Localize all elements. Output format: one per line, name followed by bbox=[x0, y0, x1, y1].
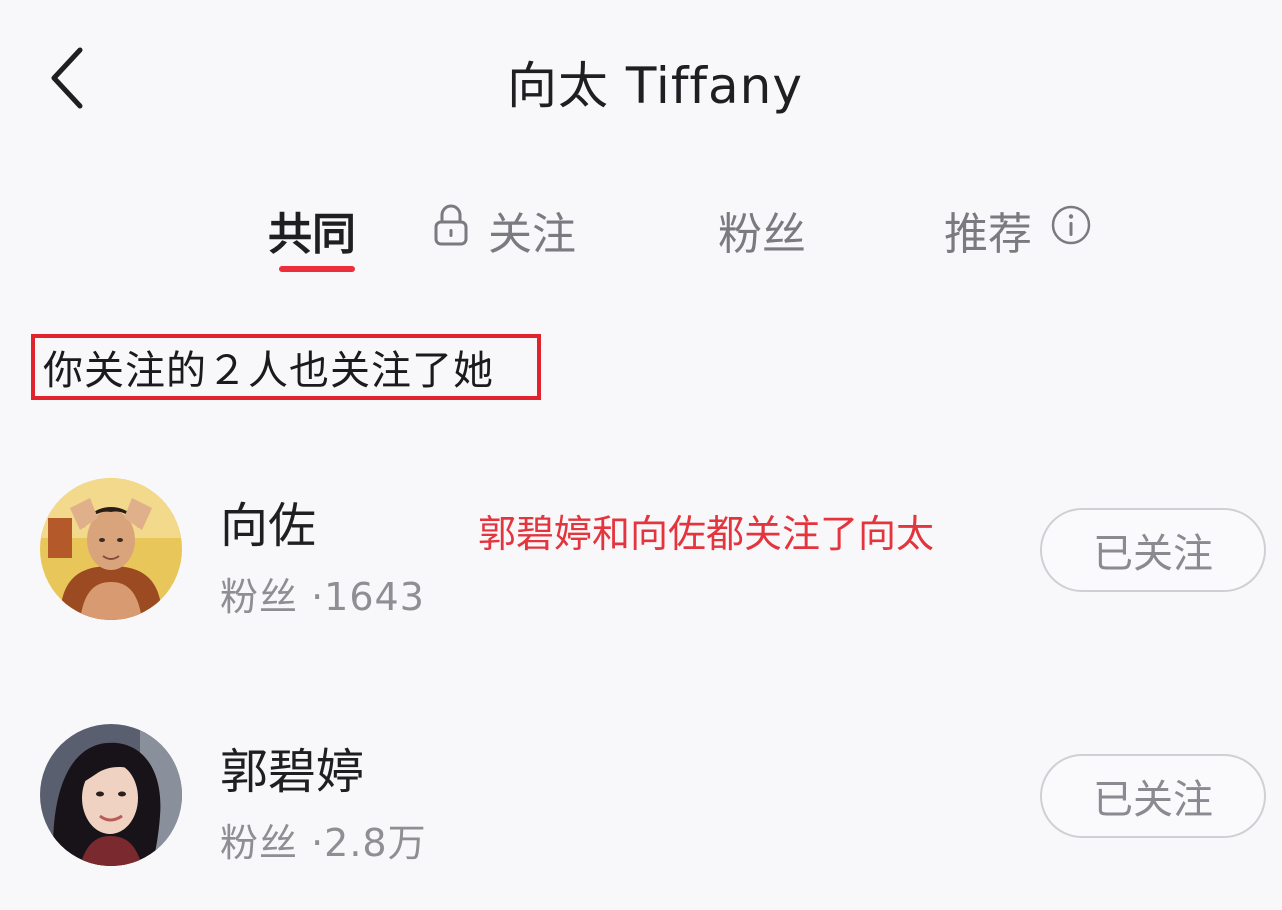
common-follow-text: 你关注的２人也关注了她 bbox=[43, 348, 494, 394]
common-follow-note: 你关注的２人也关注了她 bbox=[31, 334, 541, 400]
tab-label: 推荐 bbox=[944, 209, 1032, 260]
tab-following[interactable]: 关注 bbox=[432, 198, 576, 262]
tab-label: 关注 bbox=[488, 209, 576, 260]
avatar[interactable] bbox=[40, 478, 182, 620]
page-title: 向太 Tiffany bbox=[507, 57, 803, 115]
tab-label: 粉丝 bbox=[718, 209, 806, 260]
user-name[interactable]: 郭碧婷 bbox=[220, 732, 364, 802]
lock-icon bbox=[432, 202, 470, 259]
user-name[interactable]: 向佐 bbox=[220, 486, 316, 556]
following-button[interactable]: 已关注 bbox=[1040, 508, 1266, 592]
following-button[interactable]: 已关注 bbox=[1040, 754, 1266, 838]
tab-label: 共同 bbox=[268, 209, 356, 260]
avatar[interactable] bbox=[40, 724, 182, 866]
user-row[interactable]: 郭碧婷 粉丝 ·2.8万 已关注 bbox=[0, 724, 1282, 874]
tab-bar: 共同 关注 粉丝 推荐 bbox=[0, 198, 1282, 288]
active-tab-indicator bbox=[279, 266, 355, 272]
info-icon[interactable] bbox=[1050, 204, 1092, 257]
user-fans-count: 粉丝 ·1643 bbox=[220, 575, 425, 619]
tab-common[interactable]: 共同 bbox=[268, 198, 356, 262]
user-row[interactable]: 向佐 粉丝 ·1643 已关注 bbox=[0, 478, 1282, 628]
user-fans-count: 粉丝 ·2.8万 bbox=[220, 821, 427, 865]
tab-fans[interactable]: 粉丝 bbox=[718, 198, 806, 262]
tab-recommend[interactable]: 推荐 bbox=[944, 198, 1092, 262]
